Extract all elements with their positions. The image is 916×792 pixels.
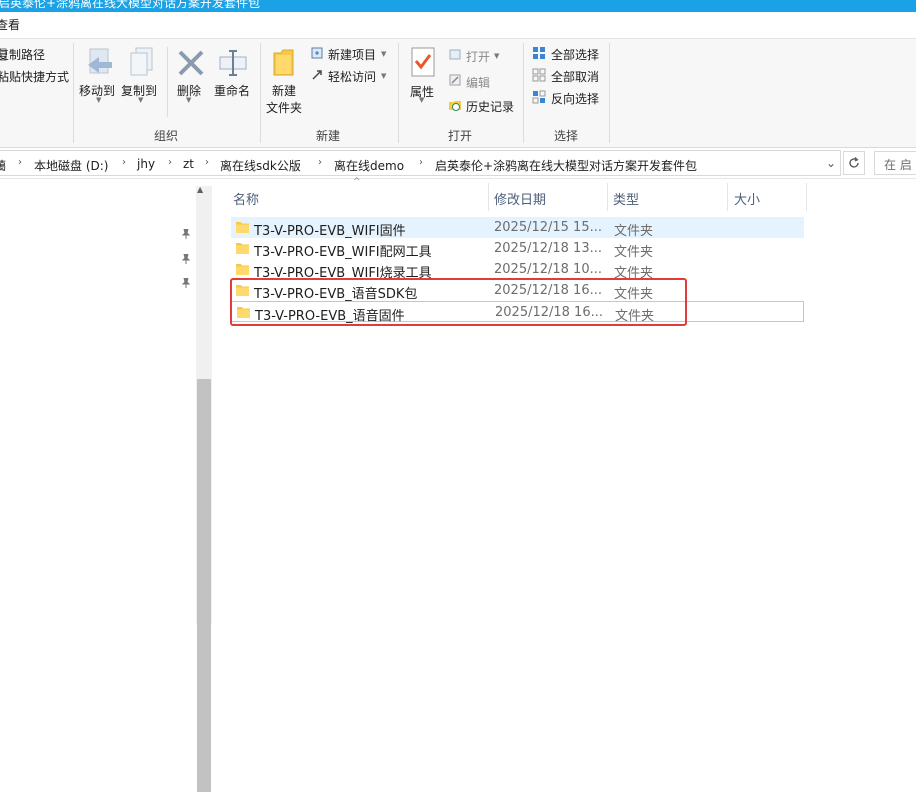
group-label-organize: 组织 [154,129,179,143]
file-date: 2025/12/18 10... [494,262,602,277]
breadcrumb[interactable]: 藹 › 本地磁盘 (D:) › jhy › zt › 离在线sdk公版 › 离在… [0,150,841,176]
table-row[interactable]: T3-V-PRO-EVB_WIFI烧录工具 2025/12/18 10... 文… [231,259,804,281]
file-name: T3-V-PRO-EVB_WIFI配网工具 [254,245,432,260]
new-folder-label-1[interactable]: 新建 [272,82,296,99]
easy-access-icon [312,70,322,80]
group-label-new: 新建 [316,129,341,143]
group-label-select: 选择 [554,129,579,143]
ribbon-tabs: 查看 [0,12,916,39]
select-all-button[interactable]: 全部选择 [551,46,599,63]
nav-scrollbar-thumb[interactable] [197,379,211,792]
properties-icon [411,47,435,77]
chevron-right-icon: › [318,157,322,168]
folder-icon [236,264,249,275]
column-header-type[interactable]: 类型 [613,189,639,208]
rename-button[interactable]: 重命名 [214,82,250,99]
column-header-name[interactable]: 名称 [233,189,259,208]
highlight-box [230,278,687,326]
tab-view[interactable]: 查看 [0,16,20,33]
breadcrumb-item[interactable]: jhy [137,157,155,171]
window-title: 启英泰伦+涂鸦离在线大模型对话方案开发套件包 [0,0,261,10]
refresh-button[interactable] [843,151,865,175]
breadcrumb-item[interactable]: 本地磁盘 (D:) [34,157,108,174]
divider [73,43,74,143]
folder-icon [236,243,249,254]
new-folder-icon [273,49,294,76]
chevron-right-icon: › [419,157,423,168]
history-button[interactable]: 历史记录 [466,98,514,115]
select-all-icon [533,47,545,59]
scroll-up-icon[interactable]: ▲ [197,185,203,194]
group-label-open: 打开 [448,129,473,143]
file-type: 文件夹 [614,224,654,239]
search-input[interactable]: 在 启 [874,151,916,175]
select-none-button[interactable]: 全部取消 [551,68,599,85]
file-name: T3-V-PRO-EVB_WIFI固件 [254,224,406,239]
invert-selection-button[interactable]: 反向选择 [551,90,599,107]
file-type: 文件夹 [614,245,654,260]
open-button[interactable]: 打开 [466,48,490,65]
history-icon [449,101,461,111]
rename-icon [219,50,247,76]
move-to-icon [88,48,112,74]
delete-icon [178,50,204,76]
refresh-icon [849,157,859,168]
breadcrumb-item[interactable]: zt [183,157,194,171]
paste-shortcut-button[interactable]: 粘贴快捷方式 [0,68,69,85]
address-bar: 藹 › 本地磁盘 (D:) › jhy › zt › 离在线sdk公版 › 离在… [0,148,916,179]
chevron-down-icon[interactable]: ⌄ [826,156,836,170]
chevron-right-icon: › [18,157,22,168]
folder-icon [236,222,249,233]
file-date: 2025/12/15 15... [494,220,602,235]
edit-icon [449,74,461,86]
breadcrumb-item[interactable]: 启英泰伦+涂鸦离在线大模型对话方案开发套件包 [435,157,697,174]
open-icon [449,49,461,60]
copy-to-icon [130,47,153,76]
table-row[interactable]: T3-V-PRO-EVB_WIFI固件 2025/12/15 15... 文件夹 [231,217,804,239]
new-item-icon [311,47,323,59]
chevron-right-icon: › [122,157,126,168]
file-list: ^ 名称 修改日期 类型 大小 T3-V-PRO-EVB_WIFI固件 2025… [213,177,916,624]
file-date: 2025/12/18 13... [494,241,602,256]
breadcrumb-item[interactable]: 离在线sdk公版 [220,157,301,174]
new-folder-label-2[interactable]: 文件夹 [266,99,302,116]
column-header-size[interactable]: 大小 [734,189,760,208]
title-bar: 启英泰伦+涂鸦离在线大模型对话方案开发套件包 [0,0,916,12]
breadcrumb-item[interactable]: 离在线demo [334,157,404,174]
easy-access-button[interactable]: 轻松访问 [328,68,376,85]
column-header-date[interactable]: 修改日期 [494,189,546,208]
navigation-pane: ▲ [0,179,212,792]
sort-ascending-icon: ^ [353,177,361,187]
pin-icon[interactable] [182,254,190,264]
ribbon: 复制路径 粘贴快捷方式 移动到 ▼ 复制到 ▼ 删除 ▼ 重命名 组织 新建 文… [0,39,916,148]
select-none-icon [532,68,546,82]
table-row[interactable]: T3-V-PRO-EVB_WIFI配网工具 2025/12/18 13... 文… [231,238,804,260]
pin-icon[interactable] [182,278,190,288]
copy-path-button[interactable]: 复制路径 [0,46,45,63]
edit-button[interactable]: 编辑 [466,74,490,91]
search-placeholder: 在 启 [884,158,912,172]
invert-selection-icon [532,90,546,104]
new-item-button[interactable]: 新建项目 [328,46,376,63]
chevron-right-icon: › [168,157,172,168]
pin-icon[interactable] [182,229,190,239]
chevron-right-icon: › [205,157,209,168]
